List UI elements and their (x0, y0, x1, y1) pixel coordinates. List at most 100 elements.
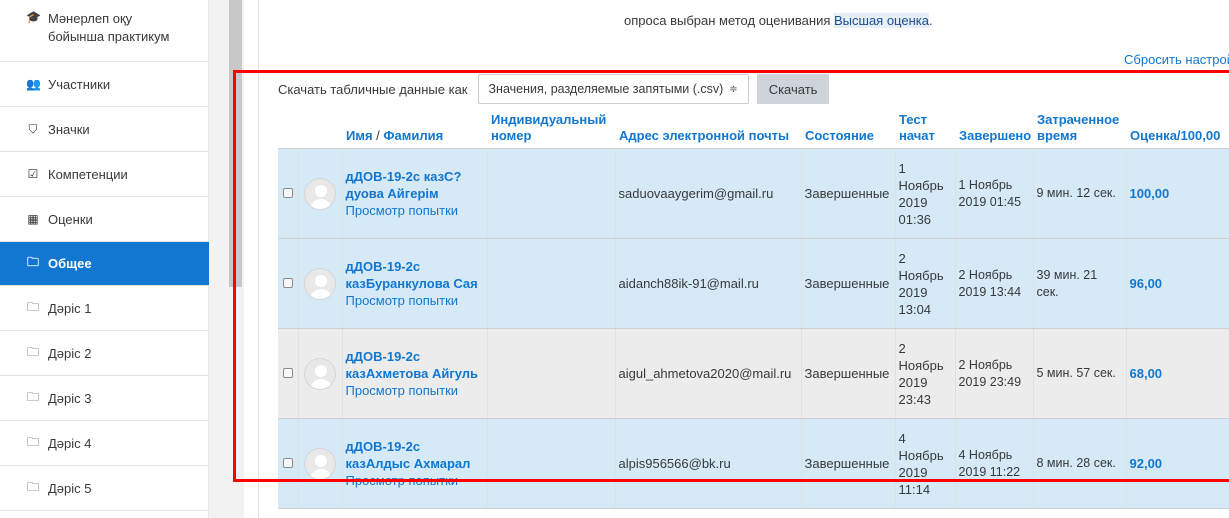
grade-cell: 100,00 (1125, 148, 1229, 239)
started-cell: 4 Ноябрь 2019 11:14 (894, 418, 955, 509)
started-cell: 1 Ноябрь 2019 01:36 (894, 148, 955, 239)
completed-cell: 4 Ноябрь 2019 11:22 (954, 418, 1033, 509)
course-nav-sidebar: 🎓 Мәнерлеп оқу бойынша практикум 👥 Участ… (0, 0, 209, 518)
download-format-value: Значения, разделяемые запятыми (.csv) (488, 82, 724, 96)
grade-cell: 96,00 (1125, 238, 1229, 329)
avatar[interactable] (304, 357, 336, 390)
state-cell: Завершенные (800, 328, 895, 419)
header-first-name[interactable]: Имя (346, 128, 373, 143)
header-completed[interactable]: Завершено (955, 110, 1033, 149)
avatar-cell (297, 148, 342, 239)
row-checkbox[interactable] (282, 368, 293, 378)
review-attempt-link[interactable]: Просмотр попытки (346, 292, 484, 309)
table-row: дДОВ-19-2с казАлдыс Ахмарал Просмотр попы… (278, 418, 1229, 509)
header-duration[interactable]: Затраченное время (1033, 110, 1126, 149)
attempts-table-wrap: Имя / Фамилия Индивидуальный номер Адрес… (278, 110, 1229, 509)
row-checkbox[interactable] (282, 278, 293, 288)
duration-cell: 9 мин. 12 сек. (1032, 148, 1126, 239)
sidebar-item-course-home[interactable]: 🎓 Мәнерлеп оқу бойынша практикум (0, 0, 209, 62)
started-cell: 2 Ноябрь 2019 13:04 (894, 238, 955, 329)
sidebar-item-label: Значки (48, 121, 90, 137)
graduation-cap-icon: 🎓 (26, 10, 41, 24)
avatar[interactable] (304, 177, 336, 210)
row-select-cell (278, 328, 298, 419)
sidebar-item-badges[interactable]: ⛉ Значки (0, 107, 209, 152)
id-number-cell (486, 238, 615, 329)
avatar[interactable] (304, 447, 336, 480)
table-row: дДОВ-19-2с казС?дуова Айгерім Просмотр по… (278, 148, 1229, 239)
content-divider (258, 0, 259, 518)
duration-cell: 39 мин. 21 сек. (1032, 238, 1126, 329)
sidebar-item-lecture-4[interactable]: 🗀 Дәріс 4 (0, 421, 209, 466)
folder-icon: 🗀 (26, 344, 39, 359)
download-button[interactable]: Скачать (756, 74, 830, 104)
student-name-link[interactable]: дДОВ-19-2с казАлдыс Ахмарал (346, 438, 484, 472)
review-attempt-link[interactable]: Просмотр попытки (346, 472, 484, 489)
sidebar-item-competencies[interactable]: ☑ Компетенции (0, 152, 209, 197)
email-cell: saduovaaygerim@gmail.ru (614, 148, 801, 239)
users-icon: 👥 (26, 77, 41, 91)
header-name[interactable]: Имя / Фамилия (342, 110, 487, 149)
notice-highlight: Высшая оценка (834, 13, 929, 28)
sidebar-item-label: Компетенции (48, 166, 128, 182)
row-checkbox[interactable] (282, 188, 293, 198)
student-name-link[interactable]: дДОВ-19-2с казАхметова Айгуль (346, 348, 484, 382)
table-header-row: Имя / Фамилия Индивидуальный номер Адрес… (278, 110, 1229, 149)
download-controls: Скачать табличные данные как Значения, р… (278, 74, 830, 104)
table-row: дДОВ-19-2с казАхметова Айгуль Просмотр по… (278, 328, 1229, 419)
header-started[interactable]: Тест начат (895, 110, 955, 149)
header-avatar (298, 110, 342, 149)
sidebar-item-participants[interactable]: 👥 Участники (0, 62, 209, 107)
sidebar-item-lecture-2[interactable]: 🗀 Дәріс 2 (0, 331, 209, 376)
duration-cell: 8 мин. 28 сек. (1032, 418, 1126, 509)
sidebar-scrollbar-thumb[interactable] (229, 0, 242, 287)
row-select-cell (278, 418, 298, 509)
header-last-name[interactable]: Фамилия (383, 128, 443, 143)
grade-cell: 68,00 (1125, 328, 1229, 419)
sidebar-item-grades[interactable]: ▦ Оценки (0, 197, 209, 242)
review-attempt-link[interactable]: Просмотр попытки (346, 382, 484, 399)
student-name-link[interactable]: дДОВ-19-2с казБуранкулова Сая (346, 258, 484, 292)
reset-table-preferences-link[interactable]: Сбросить настрой (1124, 52, 1229, 67)
header-grade[interactable]: Оценка/100,00 (1126, 110, 1229, 149)
download-format-select[interactable]: Значения, разделяемые запятыми (.csv) ≑ (477, 74, 749, 104)
sidebar-item-label: Дәріс 5 (48, 480, 92, 496)
completed-cell: 2 Ноябрь 2019 23:49 (954, 328, 1033, 419)
review-attempt-link[interactable]: Просмотр попытки (346, 202, 484, 219)
name-cell: дДОВ-19-2с казБуранкулова Сая Просмотр по… (341, 238, 487, 329)
attempts-table: Имя / Фамилия Индивидуальный номер Адрес… (278, 110, 1229, 509)
grade-link[interactable]: 100,00 (1130, 186, 1170, 201)
grade-cell: 92,00 (1125, 418, 1229, 509)
sidebar-item-lecture-5[interactable]: 🗀 Дәріс 5 (0, 466, 209, 511)
avatar-cell (297, 418, 342, 509)
state-cell: Завершенные (800, 238, 895, 329)
sidebar-item-label: Дәріс 2 (48, 345, 92, 361)
state-cell: Завершенные (800, 148, 895, 239)
checkbox-icon: ☑ (27, 167, 39, 181)
row-checkbox[interactable] (282, 458, 293, 468)
notice-text: опроса выбран метод оценивания (624, 13, 834, 28)
grade-link[interactable]: 92,00 (1130, 456, 1163, 471)
select-caret-icon: ≑ (729, 83, 738, 95)
completed-cell: 2 Ноябрь 2019 13:44 (954, 238, 1033, 329)
sidebar-item-lecture-3[interactable]: 🗀 Дәріс 3 (0, 376, 209, 421)
avatar[interactable] (304, 267, 336, 300)
sidebar-item-general[interactable]: 🗀 Общее (0, 242, 209, 286)
sidebar-item-lecture-1[interactable]: 🗀 Дәріс 1 (0, 286, 209, 331)
header-email[interactable]: Адрес электронной почты (615, 110, 801, 149)
name-cell: дДОВ-19-2с казАлдыс Ахмарал Просмотр попы… (341, 418, 487, 509)
header-state[interactable]: Состояние (801, 110, 895, 149)
header-id-number[interactable]: Индивидуальный номер (487, 110, 615, 149)
email-cell: alpis956566@bk.ru (614, 418, 801, 509)
completed-cell: 1 Ноябрь 2019 01:45 (954, 148, 1033, 239)
grade-link[interactable]: 68,00 (1130, 366, 1163, 381)
grade-link[interactable]: 96,00 (1130, 276, 1163, 291)
sidebar-item-label: Дәріс 3 (48, 390, 92, 406)
sidebar-item-label: Оценки (48, 211, 93, 227)
id-number-cell (486, 418, 615, 509)
folder-icon: 🗀 (26, 255, 39, 269)
folder-icon: 🗀 (26, 299, 39, 314)
sidebar-item-label: Дәріс 1 (48, 300, 92, 316)
student-name-link[interactable]: дДОВ-19-2с казС?дуова Айгерім (346, 168, 484, 202)
download-label: Скачать табличные данные как (278, 81, 468, 97)
